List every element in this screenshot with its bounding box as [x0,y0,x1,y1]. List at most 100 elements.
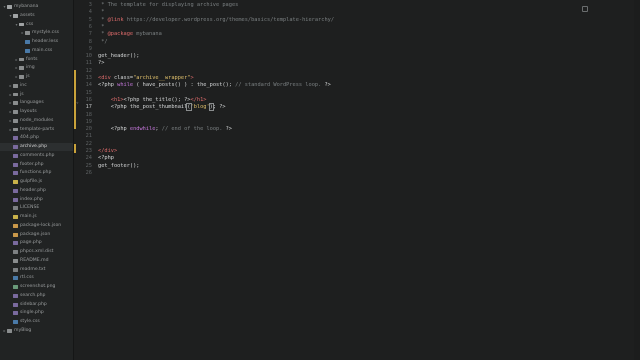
sidebar-item-label: comments.php [20,152,55,158]
code-token: * [98,31,108,38]
sidebar-item-label: sidebar.php [20,301,47,307]
code-token: * [98,9,105,16]
sidebar-item-label: phpcs.xml.dist [20,249,54,254]
sidebar-file[interactable]: sidebar.php [0,301,73,309]
sidebar-folder[interactable]: ▸ node_modules [0,117,73,125]
sidebar-item-label: index.php [20,196,43,202]
sidebar-file[interactable]: style.css [0,318,73,326]
sidebar-item-label: inc [20,82,27,88]
sidebar-file[interactable]: 404.php [0,134,73,142]
sidebar-file[interactable]: rtl.css [0,274,73,282]
sidebar-item-label: template-parts [20,126,55,132]
file-icon [13,162,18,167]
sidebar-folder[interactable]: ▸ fonts [0,56,73,64]
file-icon [13,232,18,237]
sidebar-folder[interactable]: ▾ mybanana [0,3,73,11]
sidebar-folder[interactable]: ▸ myBlog [0,327,73,335]
code-token: mybanana [133,31,162,38]
sidebar-file[interactable]: package-lock.json [0,222,73,230]
sidebar-item-label: style.css [20,319,40,324]
code-token: while [117,82,134,89]
editor-scrollbar[interactable] [634,0,640,360]
sidebar-item-label: package.json [20,231,51,237]
sidebar-file[interactable]: search.php [0,292,73,300]
sidebar-folder[interactable]: ▸ template-parts [0,126,73,134]
code-token: ?> [98,60,105,67]
code-token: ; ?> [212,104,226,111]
code-token: */ [98,38,108,45]
file-icon [13,153,18,158]
sidebar-file[interactable]: main.js [0,213,73,221]
sidebar-file[interactable]: footer.php [0,161,73,169]
file-icon [13,250,18,254]
code-token: > [190,75,194,81]
sidebar-folder[interactable]: ▸ js [0,73,73,81]
file-icon [13,258,18,263]
folder-icon [19,75,24,79]
code-token: <h1> [98,96,124,103]
sidebar-item-label: css [26,21,34,27]
sidebar-file[interactable]: README.md [0,257,73,265]
sidebar-folder[interactable]: ▸ layouts [0,108,73,116]
sidebar-item-label: LICENSE [20,205,40,211]
sidebar-file[interactable]: functions.php [0,169,73,177]
code-token: <?php [98,82,118,89]
file-icon [13,215,18,219]
sidebar-file[interactable]: package.json [0,231,73,239]
sidebar-file[interactable]: comments.php [0,152,73,160]
folder-icon [13,110,18,114]
sidebar-file[interactable]: gulpfile.js [0,178,73,186]
sidebar-item-label: js [26,74,30,79]
sidebar-item-label: node_modules [20,117,54,123]
file-icon [13,241,18,246]
file-icon [13,197,18,202]
file-icon [13,145,18,149]
sidebar-item-label: fonts [26,56,38,62]
sidebar-item-label: README.md [20,257,49,263]
code-token: // standard WordPress loop. [235,82,322,89]
sidebar-file[interactable]: header.less [0,38,73,46]
folder-icon [19,66,24,71]
folder-icon [13,83,18,88]
code-token: </div> [98,148,118,154]
file-icon [13,311,18,316]
sidebar-file[interactable]: archive.php [0,143,73,151]
sidebar-item-label: main.js [20,214,37,219]
code-token: "archive__wrapper" [133,75,191,81]
sidebar-folder[interactable]: ▸ inc [0,82,73,90]
folder-icon [13,13,18,18]
sidebar-file[interactable]: phpcs.xml.dist [0,248,73,256]
sidebar-file[interactable]: main.css [0,47,73,55]
sidebar-folder[interactable]: ▾ assets [0,12,73,20]
sidebar-file[interactable]: single.php [0,309,73,317]
sidebar-item-label: mybanana [14,4,39,9]
sidebar-file[interactable]: index.php [0,196,73,204]
code-token: <?php [98,126,130,133]
sidebar-item-label: js [20,91,24,97]
code-token: <div [98,75,114,81]
sidebar-folder[interactable]: ▸ languages [0,99,73,107]
folder-icon [19,57,24,62]
window-control-icon[interactable] [582,6,588,12]
code-line[interactable]: 26 [74,169,614,177]
file-icon [13,302,18,307]
sidebar-file[interactable]: LICENSE [0,204,73,212]
sidebar-item-label: page.php [20,240,42,246]
sidebar-item-label: archive.php [20,144,48,149]
code-token: endwhile [129,126,156,133]
sidebar-folder[interactable]: ▸ js [0,91,73,99]
code-token: <?php [98,155,114,162]
sidebar-folder[interactable]: ▸ mystyle.css [0,29,73,37]
sidebar-file[interactable]: screenshot.png [0,283,73,291]
sidebar-file[interactable]: readme.txt [0,266,73,274]
code-editor[interactable]: ✧ 3 * The template for displaying archiv… [74,0,640,360]
sidebar-file[interactable]: page.php [0,239,73,247]
file-icon [13,320,18,324]
folder-icon [7,5,12,9]
sidebar-item-label: myBlog [14,327,32,333]
sidebar-file[interactable]: header.php [0,187,73,195]
sidebar-folder[interactable]: ▸ img [0,64,73,72]
sidebar-folder[interactable]: ▾ css [0,21,73,29]
folder-icon [13,118,18,123]
project-tree-sidebar[interactable]: ▾ mybanana ▾ assets ▾ css ▸ mystyle.css header.l… [0,0,74,360]
